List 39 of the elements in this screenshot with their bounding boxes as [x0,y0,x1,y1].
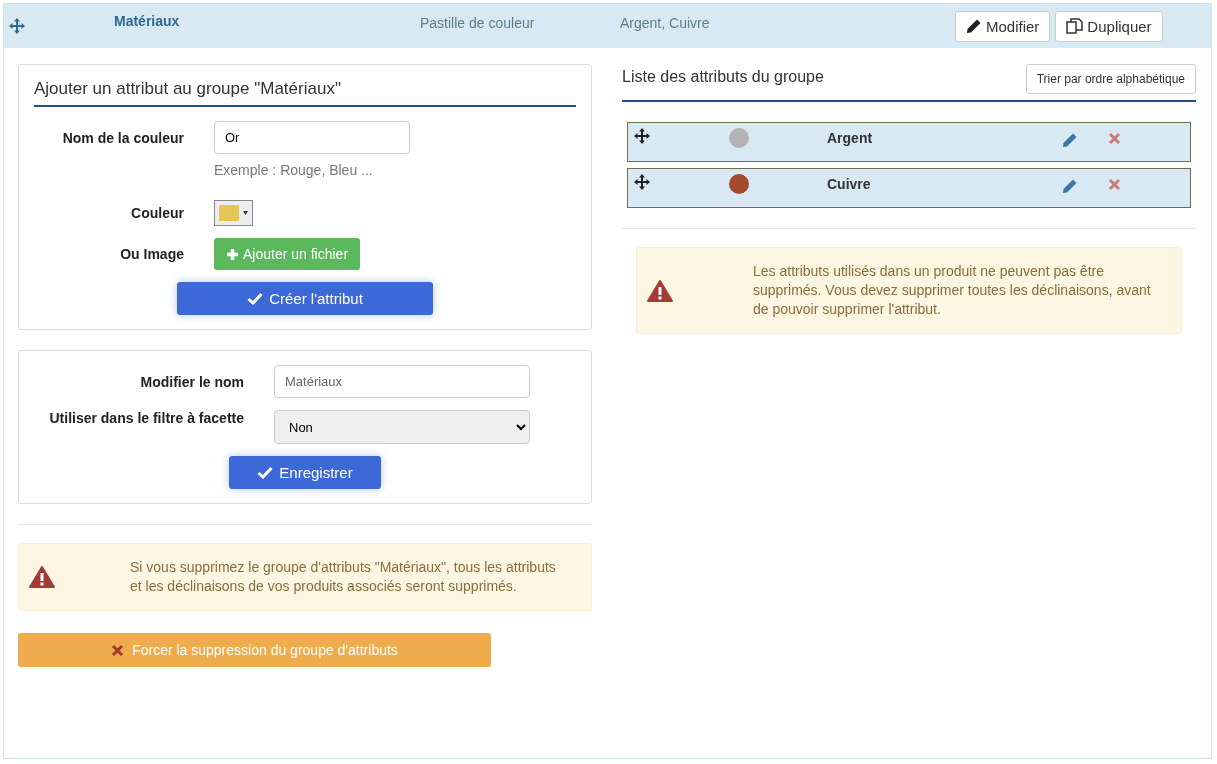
check-icon [247,292,264,305]
check-icon [257,466,274,479]
attribute-name: Cuivre [827,176,872,192]
color-picker[interactable] [214,200,253,226]
caret-icon [243,211,248,215]
help-text: Exemple : Rouge, Bleu ... [214,162,374,178]
card-title: Ajouter un attribut au groupe "Matériaux" [34,79,576,107]
field-label: Couleur [130,205,184,221]
move-icon[interactable] [633,127,651,145]
create-button[interactable]: Créer l'attribut [177,282,433,315]
field-label: Nom de la couleur [61,129,184,146]
field-label: Modifier le nom [139,373,244,390]
field-label: Utiliser dans le filtre à facette [48,410,244,426]
attribute-row[interactable]: Cuivre [627,168,1191,208]
warning-icon [29,566,55,588]
delete-icon[interactable] [1108,132,1121,145]
name-input[interactable]: Matériaux [274,365,530,398]
sort-button[interactable]: Trier par ordre alphabétique [1025,64,1196,94]
field-label: Ou Image [119,246,184,262]
attribute-name: Argent [827,130,874,146]
attribute-row[interactable]: Argent [627,122,1191,162]
delete-icon[interactable] [1108,178,1121,191]
plus-icon [226,247,239,261]
group-values: Argent, Cuivre [620,15,711,31]
warning-text: Les attributs utilisés dans un produit ne peuvent pas être supprimés. Vous devez supprimer toutes les déclinaisons, avant de pouvoir supprimer l'attribut. [753,262,1152,319]
group-name: Matériaux [114,13,181,29]
pencil-icon[interactable] [966,18,982,34]
save-button[interactable]: Enregistrer [229,456,381,489]
copy-button[interactable]: Dupliquer [1055,10,1163,42]
group-type: Pastille de couleur [420,15,536,31]
filter-select[interactable]: Non [274,410,530,444]
cross-icon [111,643,125,657]
edit-button[interactable]: Modifier [955,10,1051,42]
warning-text: Si vous supprimez le groupe d'attributs "Matériaux", tous les attributs et les déclinaisons de vos produits associés seront supprimés. [130,558,557,596]
move-icon[interactable] [633,173,651,191]
warning-icon [647,279,673,302]
copy-icon [1066,17,1084,35]
list-title: Liste des attributs du groupe [622,68,824,86]
name-input[interactable]: Or [214,121,410,154]
